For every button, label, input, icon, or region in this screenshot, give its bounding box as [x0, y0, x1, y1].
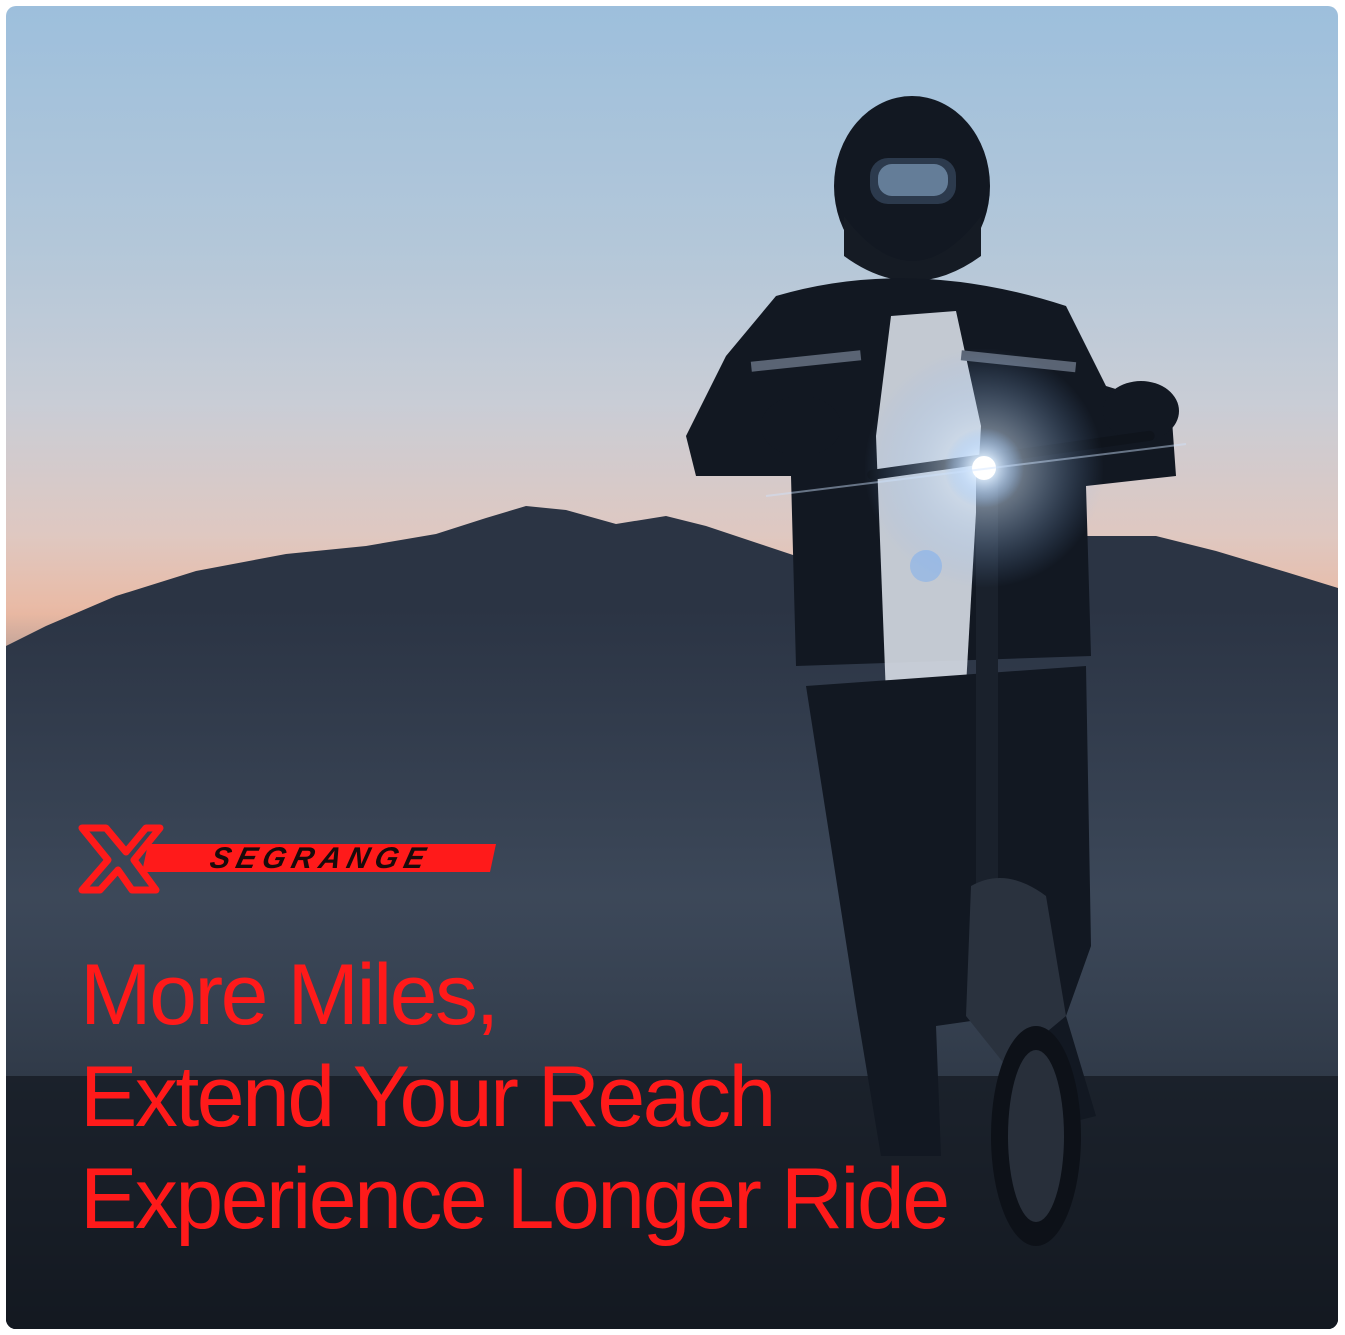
headline: More Miles, Extend Your Reach Experience…	[80, 944, 1080, 1250]
headline-line-1: More Miles,	[80, 947, 499, 1043]
headline-line-3: Experience Longer Ride	[80, 1151, 950, 1247]
ad-card: SEGRANGE More Miles, Extend Your Reach E…	[6, 6, 1338, 1329]
brand-name: SEGRANGE	[206, 842, 435, 875]
headline-line-2: Extend Your Reach	[80, 1049, 776, 1145]
